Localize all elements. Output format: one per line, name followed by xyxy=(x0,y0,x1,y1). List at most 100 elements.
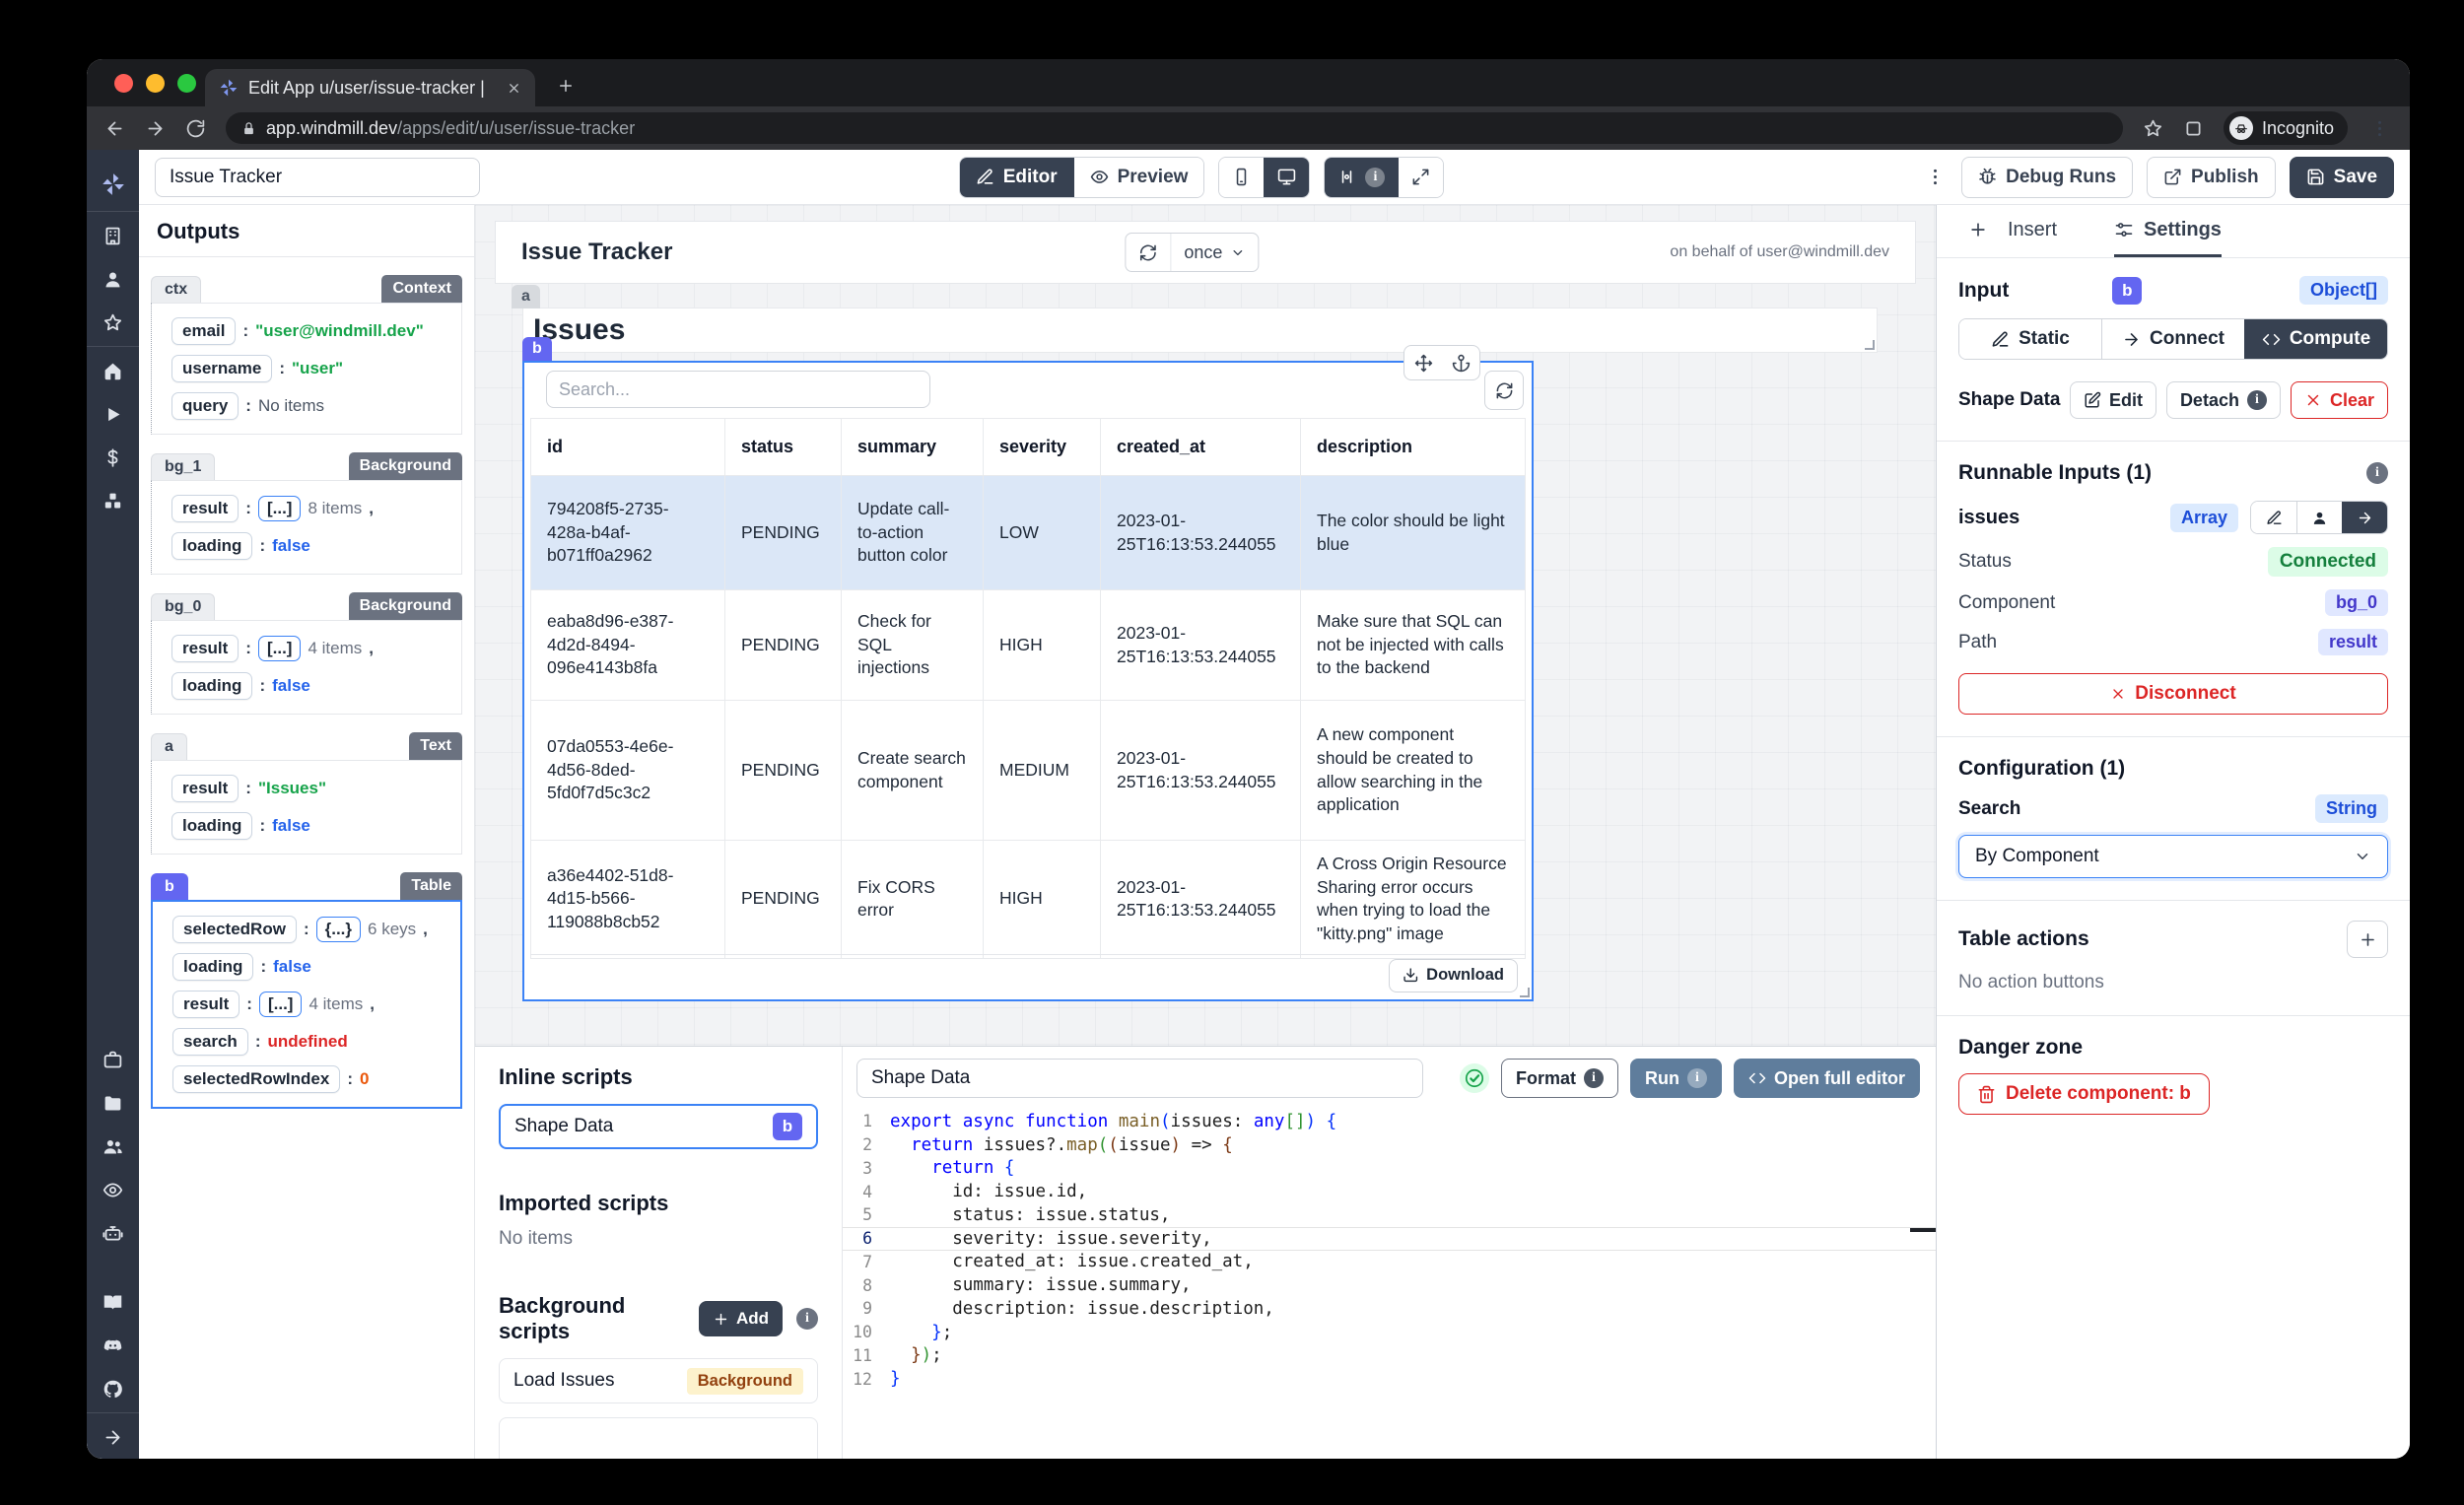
column-header[interactable]: summary xyxy=(842,419,984,476)
open-full-editor-button[interactable]: Open full editor xyxy=(1734,1059,1920,1098)
output-section-id[interactable]: ctx xyxy=(151,276,202,303)
column-header[interactable]: id xyxy=(531,419,725,476)
background-script-item[interactable]: Load Issues Background xyxy=(499,1358,818,1403)
column-header[interactable]: status xyxy=(725,419,842,476)
home-icon[interactable] xyxy=(87,349,139,392)
resources-icon[interactable] xyxy=(87,479,139,522)
favorites-icon[interactable] xyxy=(87,301,139,344)
github-icon[interactable] xyxy=(87,1367,139,1410)
reload-icon[interactable] xyxy=(185,118,206,139)
resize-handle[interactable] xyxy=(1865,340,1875,350)
anchor-icon[interactable] xyxy=(1442,354,1479,373)
edit-button[interactable]: Edit xyxy=(2069,381,2156,419)
refresh-mode-dropdown[interactable]: once xyxy=(1170,234,1258,271)
refresh-icon[interactable] xyxy=(1126,234,1170,271)
traffic-light[interactable] xyxy=(146,74,165,93)
add-action-button[interactable] xyxy=(2347,921,2388,958)
publish-button[interactable]: Publish xyxy=(2147,156,2276,198)
workspace-icon[interactable] xyxy=(87,214,139,257)
resize-handle[interactable] xyxy=(1520,988,1530,997)
groups-icon[interactable] xyxy=(87,1125,139,1168)
tab-square-icon[interactable] xyxy=(2183,118,2204,139)
connect-arrow-icon[interactable] xyxy=(2342,502,2387,533)
browser-tab[interactable]: Edit App u/user/issue-tracker | xyxy=(205,69,535,106)
code-line: 6 severity: issue.severity, xyxy=(843,1226,1936,1251)
table-row[interactable]: 794208f5-2735-428a-b4af-b071ff0a2962 PEND… xyxy=(531,476,1525,590)
back-icon[interactable] xyxy=(104,118,125,139)
app-name-input[interactable] xyxy=(155,157,480,197)
traffic-lights[interactable] xyxy=(114,74,196,93)
discord-icon[interactable] xyxy=(87,1324,139,1367)
column-header[interactable]: severity xyxy=(984,419,1101,476)
delete-component-button[interactable]: Delete component: b xyxy=(1958,1073,2210,1115)
fullscreen-button[interactable] xyxy=(1398,157,1444,197)
forward-icon[interactable] xyxy=(145,118,166,139)
bookmark-star-icon[interactable] xyxy=(2143,118,2163,139)
save-button[interactable]: Save xyxy=(2289,156,2395,198)
run-button[interactable]: Run xyxy=(1630,1059,1722,1098)
desktop-view-button[interactable] xyxy=(1264,157,1310,197)
tab-close-icon[interactable] xyxy=(507,81,521,96)
user-input-icon[interactable] xyxy=(2296,502,2342,533)
mode-connect-button[interactable]: Connect xyxy=(2101,319,2244,359)
user-icon[interactable] xyxy=(87,257,139,301)
path-value-badge[interactable]: result xyxy=(2317,629,2388,655)
mode-compute-button[interactable]: Compute xyxy=(2244,319,2387,359)
more-menu-icon[interactable] xyxy=(1923,167,1948,187)
search-mode-select[interactable]: By Component xyxy=(1958,835,2388,878)
url-bar[interactable]: app.windmill.dev/apps/edit/u/user/issue-… xyxy=(226,112,2123,144)
format-button[interactable]: Format xyxy=(1500,1059,1618,1098)
expand-value-pill[interactable]: {...} xyxy=(315,917,362,942)
tab-insert[interactable]: Insert xyxy=(1968,205,2057,257)
add-background-script-button[interactable]: Add xyxy=(698,1301,783,1336)
table-search-input[interactable] xyxy=(546,371,930,408)
expand-value-pill[interactable]: [...] xyxy=(257,636,302,661)
schedules-icon[interactable] xyxy=(87,1038,139,1081)
output-section-id[interactable]: bg_1 xyxy=(151,453,216,480)
move-icon[interactable] xyxy=(1404,354,1442,373)
code-editor[interactable]: 1 export async function main(issues: any[… xyxy=(843,1108,1936,1459)
variables-icon[interactable] xyxy=(87,436,139,479)
table-row[interactable]: a36e4402-51d8-4d15-b566-119088b8cb52 PEND… xyxy=(531,841,1525,959)
preview-tab[interactable]: Preview xyxy=(1072,157,1204,197)
traffic-light[interactable] xyxy=(177,74,196,93)
expand-sidebar-icon[interactable] xyxy=(87,1415,139,1459)
download-button[interactable]: Download xyxy=(1388,958,1518,992)
table-row[interactable]: 07da0553-4e6e-4d56-8ded-5fd0f7d5c3c2 PEND… xyxy=(531,701,1525,841)
docs-icon[interactable] xyxy=(87,1280,139,1324)
output-section-id[interactable]: bg_0 xyxy=(151,593,216,620)
debug-runs-button[interactable]: Debug Runs xyxy=(1961,156,2134,198)
script-name-input[interactable] xyxy=(856,1059,1423,1098)
disconnect-button[interactable]: Disconnect xyxy=(1958,673,2388,715)
app-canvas[interactable]: Issue Tracker once on behalf of user@win… xyxy=(475,205,1936,1046)
inline-script-item[interactable]: Shape Data b xyxy=(499,1104,818,1149)
output-section-id[interactable]: b xyxy=(151,873,188,900)
text-component[interactable]: a Issues xyxy=(512,285,1878,353)
output-section-id[interactable]: a xyxy=(151,733,187,760)
background-script-item-partial[interactable] xyxy=(499,1417,818,1459)
new-tab-button[interactable] xyxy=(549,69,582,103)
detach-button[interactable]: Detach xyxy=(2165,381,2281,419)
column-header[interactable]: description xyxy=(1301,419,1525,476)
expand-value-pill[interactable]: [...] xyxy=(257,496,302,521)
table-component[interactable]: b idstatussummaryseveritycreated_atdescr… xyxy=(522,337,1534,1001)
editor-tab[interactable]: Editor xyxy=(959,157,1073,197)
table-row[interactable]: eaba8d96-e387-4d2d-8494-096e4143b8fa PEND… xyxy=(531,590,1525,701)
info-icon xyxy=(1365,167,1386,187)
traffic-light[interactable] xyxy=(114,74,133,93)
table-refresh-icon[interactable] xyxy=(1484,371,1524,410)
mode-static-button[interactable]: Static xyxy=(1959,319,2101,359)
static-pencil-icon[interactable] xyxy=(2251,502,2296,533)
clear-button[interactable]: Clear xyxy=(2290,381,2388,419)
tab-settings[interactable]: Settings xyxy=(2114,205,2222,257)
mobile-view-button[interactable] xyxy=(1219,157,1265,197)
audit-logs-icon[interactable] xyxy=(87,1168,139,1211)
component-value-badge[interactable]: bg_0 xyxy=(2324,589,2388,616)
column-header[interactable]: created_at xyxy=(1101,419,1301,476)
expand-value-pill[interactable]: [...] xyxy=(258,992,303,1017)
folders-icon[interactable] xyxy=(87,1081,139,1125)
workers-icon[interactable] xyxy=(87,1211,139,1255)
runs-icon[interactable] xyxy=(87,392,139,436)
browser-menu-icon[interactable] xyxy=(2367,118,2392,139)
grid-layout-button[interactable] xyxy=(1325,157,1399,197)
